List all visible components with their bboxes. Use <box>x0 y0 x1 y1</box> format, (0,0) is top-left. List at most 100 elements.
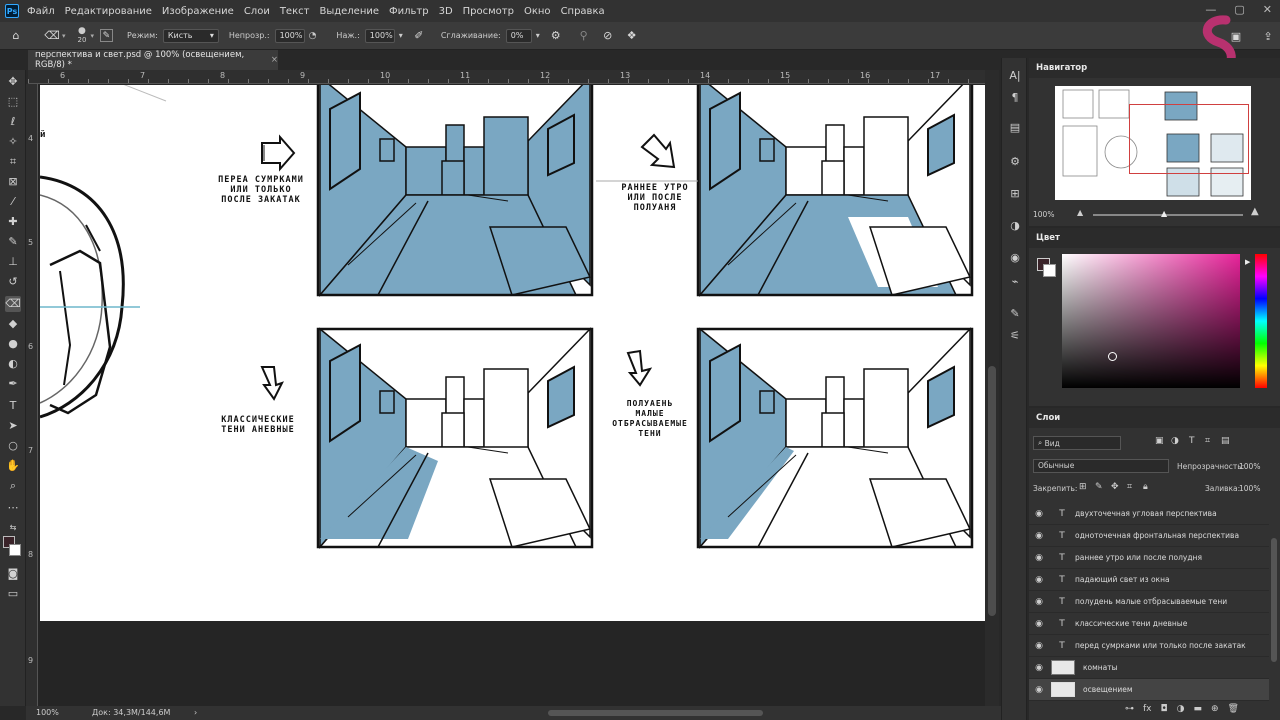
dodge-tool-icon[interactable]: ◐ <box>5 356 21 372</box>
properties-icon[interactable]: ⚟ <box>1007 328 1023 344</box>
filter-adjust-icon[interactable]: ◑ <box>1171 436 1179 446</box>
saturation-value-picker[interactable] <box>1062 254 1240 388</box>
eye-icon[interactable]: ◉ <box>1029 641 1049 651</box>
layer-row-selected[interactable]: ◉ освещением <box>1029 679 1269 701</box>
screen-mode-icon[interactable]: ▭ <box>5 586 21 602</box>
lock-all-icon[interactable]: 🔒︎ <box>1143 482 1148 492</box>
layer-row[interactable]: ◉ Tодноточечная фронтальная перспектива <box>1029 525 1269 547</box>
eye-icon[interactable]: ◉ <box>1029 531 1049 541</box>
eye-icon[interactable]: ◉ <box>1029 597 1049 607</box>
pen-tool-icon[interactable]: ✒ <box>5 376 21 392</box>
vertical-scroll-thumb[interactable] <box>988 366 996 616</box>
menu-help[interactable]: Справка <box>561 6 605 17</box>
menu-layers[interactable]: Слои <box>244 6 270 17</box>
blend-mode-select[interactable]: Обычные <box>1033 459 1169 473</box>
swap-colors-icon[interactable]: ⇆ <box>5 520 21 536</box>
hue-slider-handle[interactable]: ▶ <box>1245 258 1250 266</box>
blur-tool-icon[interactable]: ● <box>5 336 21 352</box>
layer-row[interactable]: ◉ Tпадающий свет из окна <box>1029 569 1269 591</box>
color-background-swatch[interactable] <box>1043 264 1056 277</box>
menu-view[interactable]: Просмотр <box>463 6 514 17</box>
brush-chevron-icon[interactable]: ▾ <box>90 32 94 40</box>
fx-icon[interactable]: fx <box>1143 704 1152 714</box>
stamp-tool-icon[interactable]: ⊥ <box>5 254 21 270</box>
more-tools-icon[interactable]: ⋯ <box>5 500 21 516</box>
status-zoom[interactable]: 100% <box>36 708 59 717</box>
navigator-zoom[interactable]: 100% <box>1033 210 1054 219</box>
lock-artboard-icon[interactable]: ⌗ <box>1127 482 1132 492</box>
eraser-tool-icon[interactable]: ⌫ <box>5 296 21 312</box>
hue-slider[interactable] <box>1255 254 1267 388</box>
layer-filter-select[interactable]: ⌕ Вид <box>1033 436 1121 450</box>
eye-icon[interactable]: ◉ <box>1029 663 1049 673</box>
fill-value[interactable]: 100% <box>1239 484 1260 493</box>
brushes-icon[interactable]: ✎ <box>1007 306 1023 322</box>
layers-scroll-thumb[interactable] <box>1271 538 1277 662</box>
filter-smart-icon[interactable]: ▤ <box>1221 436 1230 446</box>
grid-panel-icon[interactable]: ⊞ <box>1007 186 1023 202</box>
erase-to-history-icon[interactable]: ⚲ <box>576 28 592 44</box>
pressure-opacity-icon[interactable]: ◔ <box>309 31 317 41</box>
layer-row[interactable]: ◉ Tперед сумрками или только после заката… <box>1029 635 1269 657</box>
document-canvas[interactable]: й Переа сумрками или только после заката… <box>40 85 985 621</box>
adjustments-icon[interactable]: ⚙ <box>1007 154 1023 170</box>
paint-bucket-icon[interactable]: ◆ <box>5 316 21 332</box>
adjustment-layer-icon[interactable]: ◑ <box>1177 704 1185 714</box>
lock-pixels-icon[interactable]: ✎ <box>1095 482 1103 492</box>
layer-row[interactable]: ◉ Tраннее утро или после полудня <box>1029 547 1269 569</box>
pressure-chevron-icon[interactable]: ▾ <box>399 31 403 40</box>
marquee-tool-icon[interactable]: ⬚ <box>5 94 21 110</box>
add-mask-icon[interactable]: ◘ <box>1161 704 1168 714</box>
lock-position-icon[interactable]: ✥ <box>1111 482 1119 492</box>
filter-type-icon[interactable]: T <box>1189 436 1195 446</box>
new-layer-icon[interactable]: ⊕ <box>1211 704 1219 714</box>
brush-size-picker[interactable]: ● 20 <box>78 27 87 45</box>
swatches-icon[interactable]: ◉ <box>1007 250 1023 266</box>
smoothing-chevron-icon[interactable]: ▾ <box>536 31 540 40</box>
type-tool-icon[interactable]: T <box>5 398 21 414</box>
filter-shape-icon[interactable]: ⌗ <box>1205 436 1210 446</box>
brush-tool-icon[interactable]: ✎ <box>5 234 21 250</box>
zoom-slider-handle[interactable]: ▲ <box>1161 209 1167 218</box>
eye-icon[interactable]: ◉ <box>1029 553 1049 563</box>
close-tab-icon[interactable]: × <box>271 55 278 65</box>
share-icon[interactable]: ⇪ <box>1260 28 1276 44</box>
horizontal-scroll-thumb[interactable] <box>548 710 763 716</box>
paragraph-panel-icon[interactable]: ¶ <box>1007 90 1023 106</box>
frame-tool-icon[interactable]: ⊠ <box>5 174 21 190</box>
menu-edit[interactable]: Редактирование <box>65 6 152 17</box>
layer-row[interactable]: ◉ Tклассические тени дневные <box>1029 613 1269 635</box>
eye-icon[interactable]: ◉ <box>1029 575 1049 585</box>
pressure-input[interactable]: 100% <box>364 28 395 43</box>
link-layers-icon[interactable]: ⊶ <box>1125 704 1134 714</box>
lasso-tool-icon[interactable]: ℓ <box>5 114 21 130</box>
quick-mask-icon[interactable]: ◙ <box>5 566 21 582</box>
tool-preset-chevron-icon[interactable]: ▾ <box>62 32 66 40</box>
hand-tool-icon[interactable]: ✋ <box>5 458 21 474</box>
history-brush-icon[interactable]: ↺ <box>5 274 21 290</box>
background-color-swatch[interactable] <box>9 544 21 556</box>
eyedropper-tool-icon[interactable]: ⁄ <box>5 194 21 210</box>
layer-row[interactable]: ◉ комнаты <box>1029 657 1269 679</box>
eraser-tool-icon[interactable]: ⌫ <box>44 28 60 44</box>
color-picker-cursor[interactable] <box>1108 352 1117 361</box>
filter-pixel-icon[interactable]: ▣ <box>1155 436 1164 446</box>
layer-row[interactable]: ◉ Tполудень малые отбрасываемые тени <box>1029 591 1269 613</box>
menu-type[interactable]: Текст <box>280 6 310 17</box>
zoom-tool-icon[interactable]: ⌕ <box>5 478 21 494</box>
menu-window[interactable]: Окно <box>524 6 551 17</box>
layer-row[interactable]: ◉ Tдвухточечная угловая перспектива <box>1029 503 1269 525</box>
close-window-icon[interactable]: ✕ <box>1263 3 1272 16</box>
zoom-out-icon[interactable]: ▲ <box>1077 208 1083 217</box>
navigator-view-frame[interactable] <box>1129 104 1249 174</box>
delete-layer-icon[interactable]: 🗑︎ <box>1228 704 1239 714</box>
ellipse-tool-icon[interactable]: ○ <box>5 438 21 454</box>
crop-tool-icon[interactable]: ⌗ <box>5 154 21 170</box>
airbrush-icon[interactable]: ✐ <box>411 28 427 44</box>
character-panel-icon[interactable]: A| <box>1007 68 1023 84</box>
menu-image[interactable]: Изображение <box>162 6 234 17</box>
styles-icon[interactable]: ◑ <box>1007 218 1023 234</box>
symmetry-icon[interactable]: ❖ <box>624 28 640 44</box>
smoothing-input[interactable]: 0% <box>505 28 532 43</box>
mode-select[interactable]: Кисть ▾ <box>162 28 219 43</box>
